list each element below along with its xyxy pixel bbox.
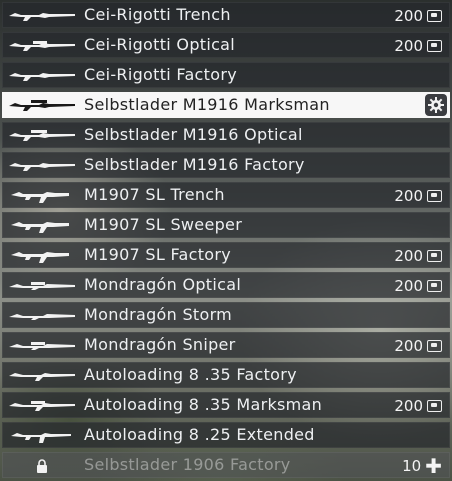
plus-icon: ✚ bbox=[425, 454, 442, 478]
rifle-icon bbox=[9, 41, 75, 51]
customize-button[interactable] bbox=[425, 94, 447, 116]
gear-icon bbox=[428, 97, 444, 113]
weapon-row-mondragon-optical[interactable]: Mondragón Optical 200 bbox=[2, 272, 450, 298]
price-value: 10 bbox=[402, 457, 422, 475]
rifle-icon bbox=[9, 130, 75, 141]
bond-icon bbox=[427, 400, 442, 412]
weapon-name: Autoloading 8 .35 Marksman bbox=[84, 395, 323, 414]
price-value: 200 bbox=[394, 397, 423, 415]
rifle-icon bbox=[9, 342, 75, 350]
weapon-row-cei-rigotti-trench[interactable]: Cei-Rigotti Trench 200 bbox=[2, 2, 450, 28]
price: 200 bbox=[394, 396, 442, 416]
rifle-icon bbox=[9, 73, 75, 81]
weapon-name: Selbstlader 1906 Factory bbox=[84, 455, 291, 474]
price-value: 200 bbox=[394, 337, 423, 355]
weapon-row-m1907-sl-factory[interactable]: M1907 SL Factory 200 bbox=[2, 242, 450, 268]
rifle-icon bbox=[9, 282, 75, 290]
rifle-icon bbox=[9, 13, 75, 21]
weapon-name: M1907 SL Factory bbox=[84, 245, 232, 264]
weapon-name: Selbstlader M1916 Marksman bbox=[84, 95, 330, 114]
bond-icon bbox=[427, 10, 442, 22]
weapon-row-mondragon-sniper[interactable]: Mondragón Sniper 200 bbox=[2, 332, 450, 358]
weapon-name: Cei-Rigotti Factory bbox=[84, 65, 237, 84]
price: 200 bbox=[394, 186, 442, 206]
price: 200 bbox=[394, 276, 442, 296]
lock-icon bbox=[37, 459, 47, 473]
weapon-name: Autoloading 8 .25 Extended bbox=[84, 425, 315, 444]
weapon-name: Selbstlader M1916 Factory bbox=[84, 155, 305, 174]
price-value: 200 bbox=[394, 7, 423, 25]
carbine-icon bbox=[11, 192, 69, 203]
carbine-icon bbox=[11, 222, 69, 233]
price-value: 200 bbox=[394, 37, 423, 55]
weapon-name: Autoloading 8 .35 Factory bbox=[84, 365, 297, 384]
weapon-name: Mondragón Optical bbox=[84, 275, 242, 294]
price: 200 bbox=[394, 6, 442, 26]
price-value: 200 bbox=[394, 277, 423, 295]
weapon-row-autoloading-8-35-marksman[interactable]: Autoloading 8 .35 Marksman 200 bbox=[2, 392, 450, 418]
rifle-icon bbox=[9, 100, 75, 111]
weapon-row-cei-rigotti-optical[interactable]: Cei-Rigotti Optical 200 bbox=[2, 32, 450, 58]
price: 200 bbox=[394, 246, 442, 266]
weapon-row-autoloading-8-25-extended[interactable]: Autoloading 8 .25 Extended bbox=[2, 422, 450, 448]
weapon-name: Mondragón Storm bbox=[84, 305, 233, 324]
weapon-name: M1907 SL Sweeper bbox=[84, 215, 243, 234]
weapon-row-mondragon-storm[interactable]: Mondragón Storm bbox=[2, 302, 450, 328]
price-value: 200 bbox=[394, 187, 423, 205]
bond-icon bbox=[427, 250, 442, 262]
weapon-row-autoloading-8-35-factory[interactable]: Autoloading 8 .35 Factory bbox=[2, 362, 450, 388]
weapon-name: Mondragón Sniper bbox=[84, 335, 236, 354]
bond-icon bbox=[427, 40, 442, 52]
price: 200 bbox=[394, 336, 442, 356]
bond-icon bbox=[427, 280, 442, 292]
weapon-row-selbstlader-m1916-optical[interactable]: Selbstlader M1916 Optical bbox=[2, 122, 450, 148]
rifle-icon bbox=[11, 433, 71, 443]
weapon-name: Selbstlader M1916 Optical bbox=[84, 125, 303, 144]
weapon-row-selbstlader-1906-factory[interactable]: Selbstlader 1906 Factory 10 ✚ bbox=[2, 452, 450, 478]
rifle-icon bbox=[9, 314, 75, 320]
weapon-name: Cei-Rigotti Trench bbox=[84, 5, 231, 24]
price: 200 bbox=[394, 36, 442, 56]
unlock-cost: 10 ✚ bbox=[402, 456, 442, 476]
bond-icon bbox=[427, 340, 442, 352]
rifle-icon bbox=[9, 163, 75, 171]
weapon-row-cei-rigotti-factory[interactable]: Cei-Rigotti Factory bbox=[2, 62, 450, 88]
weapon-row-selbstlader-m1916-marksman[interactable]: Selbstlader M1916 Marksman bbox=[2, 92, 450, 118]
weapon-row-m1907-sl-sweeper[interactable]: M1907 SL Sweeper bbox=[2, 212, 450, 238]
price-value: 200 bbox=[394, 247, 423, 265]
weapon-name: M1907 SL Trench bbox=[84, 185, 225, 204]
weapon-row-selbstlader-m1916-factory[interactable]: Selbstlader M1916 Factory bbox=[2, 152, 450, 178]
bond-icon bbox=[427, 190, 442, 202]
rifle-icon bbox=[9, 401, 75, 411]
carbine-icon bbox=[11, 252, 69, 263]
weapon-name: Cei-Rigotti Optical bbox=[84, 35, 236, 54]
rifle-icon bbox=[9, 373, 75, 381]
weapon-row-m1907-sl-trench[interactable]: M1907 SL Trench 200 bbox=[2, 182, 450, 208]
